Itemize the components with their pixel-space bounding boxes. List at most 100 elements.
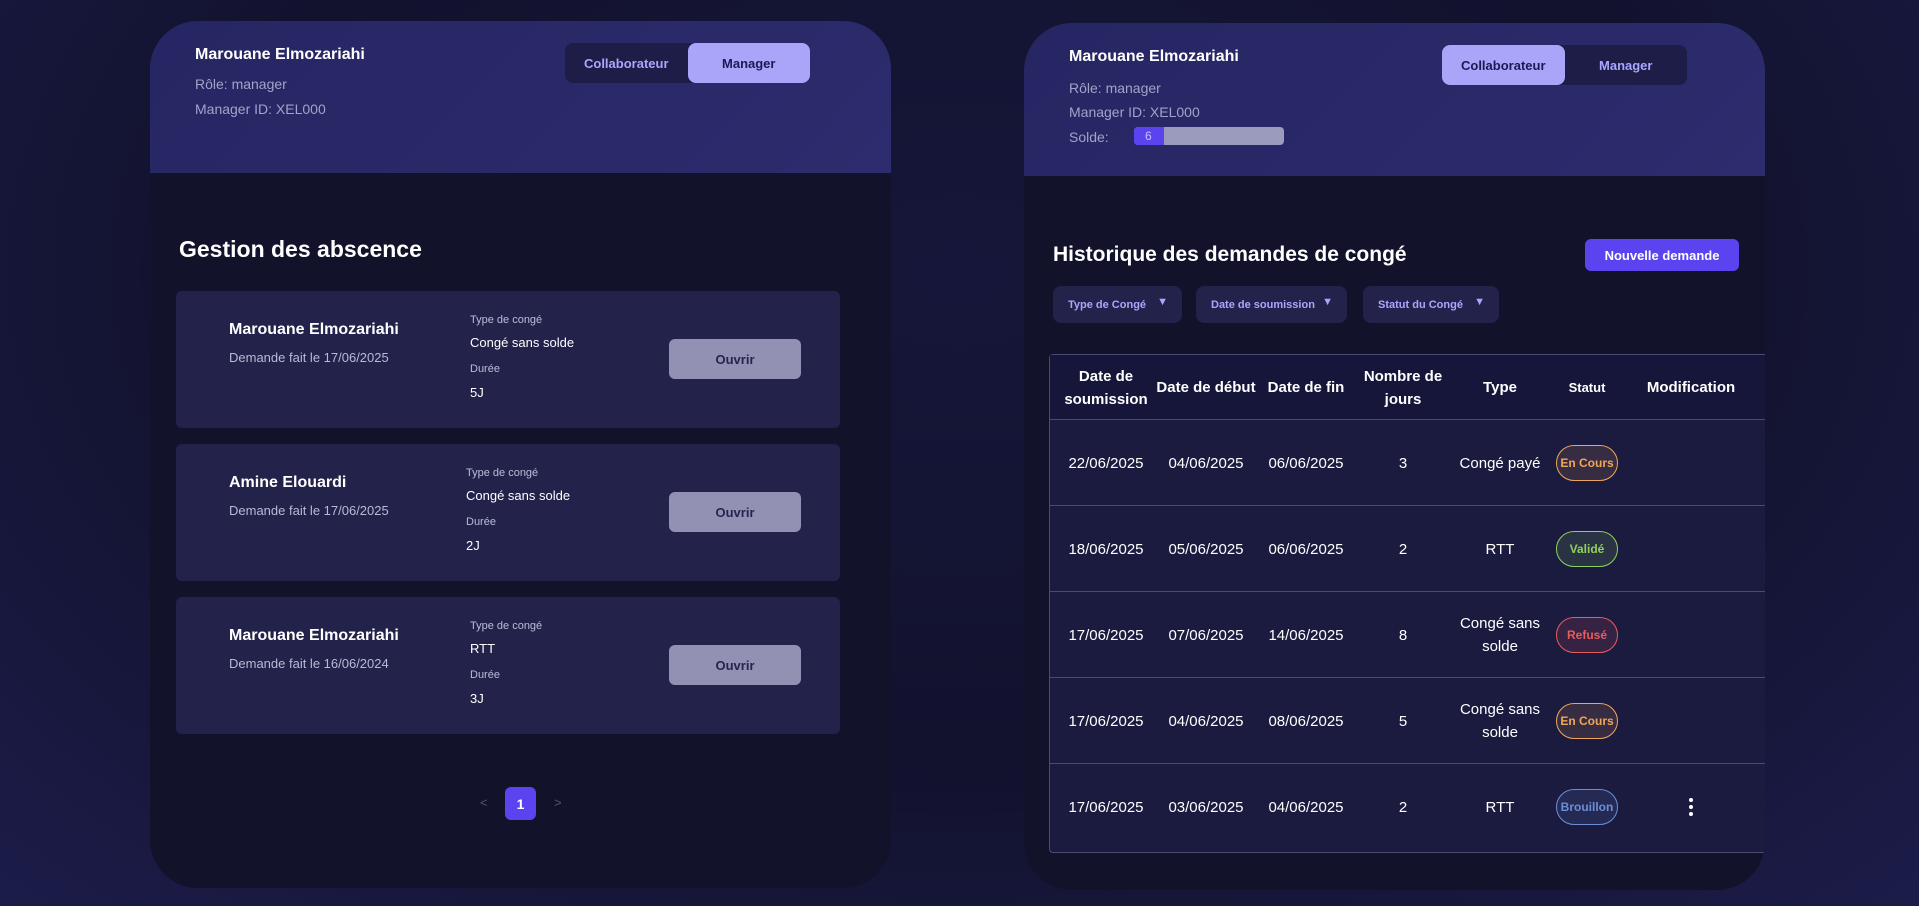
type-label: Type de congé <box>470 314 543 326</box>
cell-end-date: 06/06/2025 <box>1268 454 1344 472</box>
table-row: 22/06/2025 04/06/2025 06/06/2025 3 Congé pay… <box>1050 420 1765 506</box>
leave-type: Congé sans solde <box>470 335 575 350</box>
col-end-date: Date de fin <box>1267 379 1345 396</box>
col-start-date: Date de début <box>1156 379 1256 396</box>
cell-start-date: 04/06/2025 <box>1168 454 1244 472</box>
tab-collaborateur[interactable]: Collaborateur <box>565 43 688 83</box>
cell-modification <box>1636 764 1746 850</box>
profile-header: Marouane Elmozariahi Rôle: manager Manag… <box>1024 23 1765 176</box>
next-page-button[interactable]: > <box>554 795 562 810</box>
cell-modification <box>1636 678 1746 764</box>
duration-value: 5J <box>470 385 484 400</box>
caret-down-icon: ▼ <box>1157 296 1168 308</box>
duration-label: Durée <box>466 516 496 528</box>
cell-modification <box>1636 592 1746 678</box>
duration-label: Durée <box>470 363 500 375</box>
cell-submission-date: 17/06/2025 <box>1068 626 1144 644</box>
cell-status: En Cours <box>1550 420 1624 506</box>
filter-label: Date de soumission <box>1211 298 1315 311</box>
filter-status[interactable]: Statut du Congé ▼ <box>1363 286 1499 323</box>
request-card: Marouane Elmozariahi Demande fait le 16/… <box>176 597 840 734</box>
table-row: 17/06/2025 03/06/2025 04/06/2025 2 RTT Brouil… <box>1050 764 1765 850</box>
request-date: Demande fait le 17/06/2025 <box>229 503 389 518</box>
leave-history-table: Date de soumission Date de début Date de… <box>1049 354 1765 853</box>
cell-type: RTT <box>1485 540 1515 558</box>
cell-type: RTT <box>1485 798 1515 816</box>
manager-screen: Marouane Elmozariahi Rôle: manager Manag… <box>150 21 891 888</box>
user-name: Marouane Elmozariahi <box>1069 48 1239 65</box>
employee-name: Marouane Elmozariahi <box>229 321 399 338</box>
solde-progress-bar: 6 <box>1134 127 1284 145</box>
status-badge: En Cours <box>1556 703 1618 739</box>
manager-id: Manager ID: XEL000 <box>195 101 326 117</box>
filter-label: Type de Congé <box>1068 298 1147 311</box>
page-title: Historique des demandes de congé <box>1053 243 1407 266</box>
duration-value: 3J <box>470 691 484 706</box>
employee-name: Marouane Elmozariahi <box>229 627 399 644</box>
cell-modification <box>1636 420 1746 506</box>
pagination: < 1 > <box>150 787 891 821</box>
status-badge: Refusé <box>1556 617 1618 653</box>
col-submission-date: Date de soumission <box>1064 367 1148 408</box>
request-date: Demande fait le 16/06/2024 <box>229 656 389 671</box>
cell-status: Refusé <box>1550 592 1624 678</box>
table-row: 17/06/2025 07/06/2025 14/06/2025 8 Congé san… <box>1050 592 1765 678</box>
cell-status: En Cours <box>1550 678 1624 764</box>
cell-days: 3 <box>1398 454 1408 472</box>
filter-leave-type[interactable]: Type de Congé ▼ <box>1053 286 1182 323</box>
duration-value: 2J <box>466 538 480 553</box>
leave-type: RTT <box>470 641 496 656</box>
solde-label: Solde: <box>1069 129 1109 145</box>
type-label: Type de congé <box>466 467 539 479</box>
page-button-current[interactable]: 1 <box>505 787 536 820</box>
cell-days: 2 <box>1398 540 1408 558</box>
more-vertical-icon[interactable] <box>1681 797 1701 817</box>
tab-manager[interactable]: Manager <box>687 43 810 83</box>
filter-label: Statut du Congé <box>1378 298 1463 311</box>
cell-days: 5 <box>1398 712 1408 730</box>
table-row: 18/06/2025 05/06/2025 06/06/2025 2 RTT Validé <box>1050 506 1765 592</box>
cell-days: 8 <box>1398 626 1408 644</box>
cell-modification <box>1636 506 1746 592</box>
cell-type: Congé payé <box>1459 454 1541 472</box>
page-title: Gestion des abscence <box>179 236 422 262</box>
col-type: Type <box>1483 379 1517 396</box>
request-card: Marouane Elmozariahi Demande fait le 17/… <box>176 291 840 428</box>
cell-days: 2 <box>1398 798 1408 816</box>
user-role: Rôle: manager <box>195 76 287 92</box>
status-badge: En Cours <box>1556 445 1618 481</box>
open-button[interactable]: Ouvrir <box>669 339 801 379</box>
open-button[interactable]: Ouvrir <box>669 645 801 685</box>
tab-manager[interactable]: Manager <box>1565 45 1688 85</box>
cell-start-date: 04/06/2025 <box>1168 712 1244 730</box>
role-toggle: Collaborateur Manager <box>565 43 810 83</box>
status-badge: Brouillon <box>1556 789 1618 825</box>
col-modification: Modification <box>1646 379 1736 396</box>
col-status: Statut <box>1568 380 1606 395</box>
status-badge: Validé <box>1556 531 1618 567</box>
open-button[interactable]: Ouvrir <box>669 492 801 532</box>
employee-name: Amine Elouardi <box>229 474 347 491</box>
manager-id: Manager ID: XEL000 <box>1069 104 1200 120</box>
cell-status: Validé <box>1550 506 1624 592</box>
filter-submission-date[interactable]: Date de soumission ▼ <box>1196 286 1347 323</box>
cell-start-date: 03/06/2025 <box>1168 798 1244 816</box>
cell-end-date: 14/06/2025 <box>1268 626 1344 644</box>
role-toggle: Collaborateur Manager <box>1442 45 1687 85</box>
cell-submission-date: 17/06/2025 <box>1068 712 1144 730</box>
tab-collaborateur[interactable]: Collaborateur <box>1442 45 1565 85</box>
cell-status: Brouillon <box>1550 764 1624 850</box>
request-date: Demande fait le 17/06/2025 <box>229 350 389 365</box>
prev-page-button[interactable]: < <box>480 795 488 810</box>
cell-start-date: 07/06/2025 <box>1168 626 1244 644</box>
cell-submission-date: 22/06/2025 <box>1068 454 1144 472</box>
request-card: Amine Elouardi Demande fait le 17/06/202… <box>176 444 840 581</box>
cell-submission-date: 18/06/2025 <box>1068 540 1144 558</box>
profile-header: Marouane Elmozariahi Rôle: manager Manag… <box>150 21 891 173</box>
solde-progress-fill: 6 <box>1134 127 1164 145</box>
cell-end-date: 08/06/2025 <box>1268 712 1344 730</box>
new-request-button[interactable]: Nouvelle demande <box>1585 239 1739 271</box>
duration-label: Durée <box>470 669 500 681</box>
cell-type: Congé sans solde <box>1459 701 1541 741</box>
table-row: 17/06/2025 04/06/2025 08/06/2025 5 Congé san… <box>1050 678 1765 764</box>
